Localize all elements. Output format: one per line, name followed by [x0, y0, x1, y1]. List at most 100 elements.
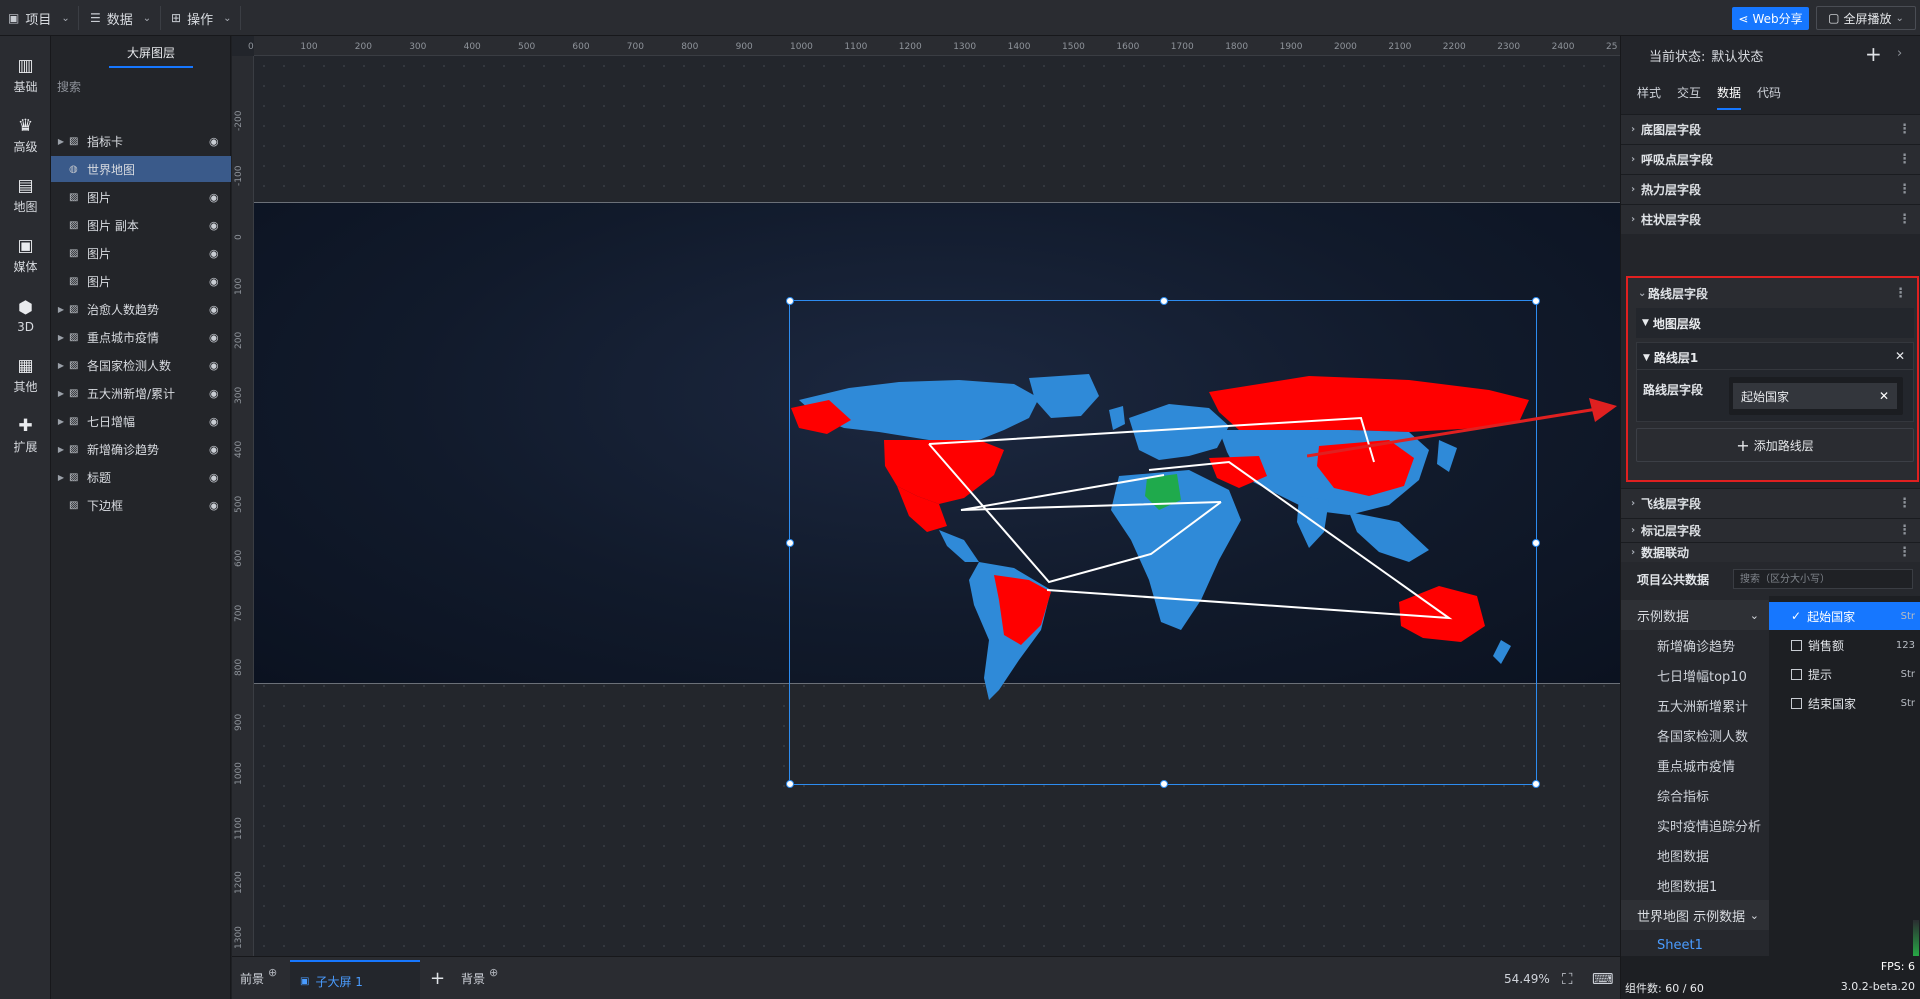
- rail-3d[interactable]: ⬢ 3D: [0, 288, 51, 344]
- more-icon[interactable]: ⋮: [1898, 182, 1911, 197]
- checkbox[interactable]: [1791, 639, 1802, 651]
- tab-style[interactable]: 样式: [1637, 84, 1661, 110]
- layer-item[interactable]: ▶ ▨ 重点城市疫情 ◉: [51, 324, 231, 350]
- layer-item[interactable]: ▶ ▨ 新增确诊趋势 ◉: [51, 436, 231, 462]
- section-breath-point-fields[interactable]: › 呼吸点层字段 ⋮: [1621, 144, 1920, 174]
- section-base-layer-fields[interactable]: › 底图层字段 ⋮: [1621, 114, 1920, 144]
- more-icon[interactable]: ⋮: [1898, 212, 1911, 227]
- checkbox[interactable]: [1791, 668, 1802, 680]
- add-state-button[interactable]: +: [1865, 42, 1882, 66]
- web-share-button[interactable]: ⋖ Web分享: [1732, 7, 1809, 30]
- resize-handle-r[interactable]: [1532, 539, 1540, 547]
- section-heat-layer-fields[interactable]: › 热力层字段 ⋮: [1621, 174, 1920, 204]
- rail-extension[interactable]: ✚ 扩展: [0, 408, 51, 464]
- resize-handle-l[interactable]: [786, 539, 794, 547]
- resize-handle-br[interactable]: [1532, 780, 1540, 788]
- more-icon[interactable]: ⋮: [1898, 545, 1911, 560]
- menu-operation[interactable]: ⊞ 操作 ⌄: [163, 0, 239, 36]
- resize-handle-bl[interactable]: [786, 780, 794, 788]
- menu-project[interactable]: ▣ 项目 ⌄: [0, 0, 78, 36]
- layer-item[interactable]: ▶ ▨ 治愈人数趋势 ◉: [51, 296, 231, 322]
- eye-icon[interactable]: ◉: [209, 219, 231, 232]
- route-field-dropzone[interactable]: 起始国家 ✕: [1729, 377, 1903, 415]
- tab-interaction[interactable]: 交互: [1677, 84, 1701, 110]
- dataset-item[interactable]: 重点城市疫情: [1621, 750, 1769, 780]
- caret-right-icon[interactable]: ▶: [55, 305, 67, 314]
- dataset-item[interactable]: 综合指标: [1621, 780, 1769, 810]
- dataset-group[interactable]: 世界地图 示例数据 ⌄: [1621, 900, 1769, 930]
- layer-item[interactable]: ◍ 世界地图: [51, 156, 231, 182]
- tab-sub-screen-1[interactable]: ▣ 子大屏 1: [290, 960, 420, 999]
- keyboard-icon[interactable]: ⌨: [1592, 957, 1614, 999]
- section-route-layer-fields[interactable]: ⌄ 路线层字段 ⋮: [1628, 278, 1917, 308]
- caret-right-icon[interactable]: ▶: [55, 137, 67, 146]
- caret-right-icon[interactable]: ▶: [55, 361, 67, 370]
- add-screen-button[interactable]: +: [430, 957, 445, 999]
- eye-icon[interactable]: ◉: [209, 359, 231, 372]
- layer-item[interactable]: ▶ ▨ 五大洲新增/累计 ◉: [51, 380, 231, 406]
- rail-media[interactable]: ▣ 媒体: [0, 228, 51, 284]
- public-data-search-input[interactable]: [1733, 569, 1913, 589]
- tab-data[interactable]: 数据: [1717, 84, 1742, 110]
- foreground-tab[interactable]: 前景 ⊕: [240, 957, 277, 999]
- caret-right-icon[interactable]: ▶: [55, 473, 67, 482]
- layer-item[interactable]: ▨ 图片 ◉: [51, 240, 231, 266]
- more-icon[interactable]: ⋮: [1898, 496, 1911, 511]
- eye-icon[interactable]: ◉: [209, 415, 231, 428]
- add-circle-icon[interactable]: ⊕: [489, 966, 498, 979]
- eye-icon[interactable]: ◉: [209, 387, 231, 400]
- add-circle-icon[interactable]: ⊕: [268, 966, 277, 979]
- layer-item[interactable]: ▶ ▨ 指标卡 ◉: [51, 128, 231, 154]
- ruler-vertical[interactable]: -200 -100 0 100 200 300 400 500 600 700 800 900 1000…: [232, 56, 254, 956]
- rail-map[interactable]: ▤ 地图: [0, 168, 51, 224]
- layer-item[interactable]: ▶ ▨ 七日增幅 ◉: [51, 408, 231, 434]
- section-flyline-fields[interactable]: › 飞线层字段 ⋮: [1621, 488, 1920, 518]
- map-level-header[interactable]: ▼ 地图层级: [1636, 308, 1914, 338]
- add-route-layer-button[interactable]: + 添加路线层: [1636, 428, 1914, 462]
- more-icon[interactable]: ⋮: [1898, 152, 1911, 167]
- dataset-item[interactable]: 五大洲新增累计: [1621, 690, 1769, 720]
- chevron-right-icon[interactable]: ›: [1897, 46, 1902, 61]
- dataset-item[interactable]: 新增确诊趋势: [1621, 630, 1769, 660]
- fullscreen-play-button[interactable]: ▢ 全屏播放 ⌄: [1816, 6, 1916, 30]
- rail-basic[interactable]: ▥ 基础: [0, 48, 51, 104]
- section-marker-fields[interactable]: › 标记层字段 ⋮: [1621, 518, 1920, 542]
- data-field[interactable]: 销售额 123: [1769, 631, 1920, 659]
- more-icon[interactable]: ⋮: [1894, 286, 1907, 301]
- data-field[interactable]: 结束国家 Str: [1769, 689, 1920, 717]
- layer-item[interactable]: ▨ 下边框 ◉: [51, 492, 231, 518]
- more-icon[interactable]: ⋮: [1898, 523, 1911, 538]
- fit-screen-icon[interactable]: ⛶: [1562, 957, 1573, 999]
- current-state-value[interactable]: 默认状态: [1711, 46, 1763, 65]
- zoom-level[interactable]: 54.49%: [1504, 957, 1550, 999]
- data-field[interactable]: ✓ 起始国家 Str: [1769, 602, 1920, 630]
- layers-title[interactable]: 大屏图层: [109, 44, 193, 68]
- menu-data[interactable]: ☰ 数据 ⌄: [82, 0, 159, 36]
- rail-advanced[interactable]: ♛ 高级: [0, 108, 51, 164]
- close-icon[interactable]: ✕: [1895, 349, 1905, 363]
- dataset-item[interactable]: 各国家检测人数: [1621, 720, 1769, 750]
- resize-handle-t[interactable]: [1160, 297, 1168, 305]
- layer-item[interactable]: ▨ 图片 副本 ◉: [51, 212, 231, 238]
- background-tab[interactable]: 背景 ⊕: [461, 957, 498, 999]
- eye-icon[interactable]: ◉: [209, 331, 231, 344]
- rail-other[interactable]: ▦ 其他: [0, 348, 51, 404]
- route-field-chip[interactable]: 起始国家 ✕: [1733, 383, 1897, 409]
- dataset-group[interactable]: 示例数据 ⌄: [1621, 600, 1769, 630]
- caret-right-icon[interactable]: ▶: [55, 417, 67, 426]
- eye-icon[interactable]: ◉: [209, 275, 231, 288]
- dataset-item[interactable]: 实时疫情追踪分析: [1621, 810, 1769, 840]
- eye-icon[interactable]: ◉: [209, 135, 231, 148]
- close-icon[interactable]: ✕: [1879, 389, 1889, 403]
- editor-canvas[interactable]: 0 100 200 300 400 500 600 700 800 900 1000 1100 1200…: [232, 36, 1620, 956]
- resize-handle-tl[interactable]: [786, 297, 794, 305]
- data-field[interactable]: 提示 Str: [1769, 660, 1920, 688]
- layer-item[interactable]: ▶ ▨ 各国家检测人数 ◉: [51, 352, 231, 378]
- eye-icon[interactable]: ◉: [209, 247, 231, 260]
- eye-icon[interactable]: ◉: [209, 471, 231, 484]
- layer-item[interactable]: ▶ ▨ 标题 ◉: [51, 464, 231, 490]
- eye-icon[interactable]: ◉: [209, 303, 231, 316]
- section-bar-layer-fields[interactable]: › 柱状层字段 ⋮: [1621, 204, 1920, 234]
- layer-item[interactable]: ▨ 图片 ◉: [51, 184, 231, 210]
- caret-right-icon[interactable]: ▶: [55, 389, 67, 398]
